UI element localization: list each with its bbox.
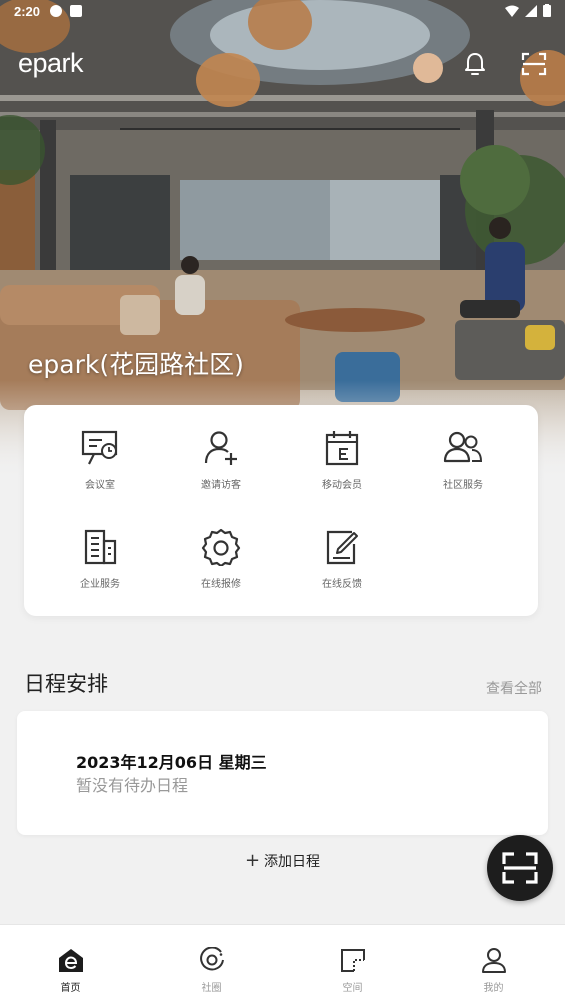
nav-label: 社圈 bbox=[201, 983, 222, 994]
space-icon bbox=[340, 949, 365, 972]
view-all-link[interactable]: 查看全部 bbox=[486, 678, 542, 698]
quick-item-invite-visitor[interactable]: 邀请访客 bbox=[161, 429, 281, 491]
nav-space[interactable]: 空间 bbox=[282, 925, 423, 1004]
circle-icon bbox=[199, 947, 224, 971]
quick-item-label: 邀请访客 bbox=[201, 480, 241, 491]
quick-item-label: 在线反馈 bbox=[322, 579, 362, 590]
quick-item-label: 社区服务 bbox=[443, 480, 483, 491]
quick-item-feedback[interactable]: 在线反馈 bbox=[282, 528, 402, 590]
quick-item-mobile-member[interactable]: 移动会员 bbox=[282, 429, 402, 491]
quick-item-label: 企业服务 bbox=[80, 579, 120, 590]
schedule-title: 日程安排 bbox=[24, 672, 108, 696]
bottom-nav: 首页 社圈 空间 我的 bbox=[0, 924, 565, 1004]
quick-actions-card: 会议室 邀请访客 移动会员 社区服务 企业服务 在线报修 在线反馈 bbox=[24, 405, 538, 616]
quick-item-repair[interactable]: 在线报修 bbox=[161, 528, 281, 590]
app-screen: 2:20 epark epark(花园路社区) 会议室 邀请访客 移动会员 社区… bbox=[0, 0, 565, 1004]
repair-gear-icon bbox=[201, 528, 241, 566]
feedback-edit-icon bbox=[326, 530, 358, 565]
nav-label: 空间 bbox=[342, 983, 363, 994]
app-notification-icon bbox=[70, 5, 82, 17]
nav-profile[interactable]: 我的 bbox=[423, 925, 564, 1004]
quick-item-meeting-room[interactable]: 会议室 bbox=[40, 429, 160, 491]
scan-fab-button[interactable] bbox=[487, 835, 553, 901]
plus-icon: + bbox=[244, 850, 261, 871]
quick-item-label: 移动会员 bbox=[322, 480, 362, 491]
home-icon bbox=[58, 949, 83, 972]
scan-icon bbox=[502, 852, 538, 884]
quick-item-label: 会议室 bbox=[85, 480, 115, 491]
profile-icon bbox=[481, 948, 506, 973]
community-name: epark(花园路社区) bbox=[28, 350, 244, 379]
meeting-room-icon bbox=[81, 430, 118, 465]
nav-label: 我的 bbox=[483, 983, 504, 994]
add-schedule-label: 添加日程 bbox=[264, 854, 321, 870]
status-bar: 2:20 bbox=[0, 0, 565, 24]
nav-home[interactable]: 首页 bbox=[0, 925, 141, 1004]
invite-visitor-icon bbox=[204, 431, 237, 465]
add-schedule-button[interactable]: + 添加日程 bbox=[0, 850, 565, 871]
scan-icon[interactable] bbox=[520, 50, 548, 78]
nav-label: 首页 bbox=[60, 983, 81, 994]
status-right bbox=[505, 4, 551, 17]
signal-icon bbox=[525, 4, 537, 17]
schedule-empty-text: 暂没有待办日程 bbox=[76, 776, 189, 795]
brand-logo: epark bbox=[18, 48, 84, 78]
mobile-member-icon bbox=[325, 431, 359, 466]
quick-item-label: 在线报修 bbox=[201, 579, 241, 590]
bell-icon[interactable] bbox=[461, 50, 489, 78]
community-service-icon bbox=[443, 431, 483, 463]
alert-icon bbox=[50, 5, 62, 17]
battery-icon bbox=[543, 4, 551, 17]
status-time: 2:20 bbox=[14, 4, 41, 19]
quick-item-enterprise-service[interactable]: 企业服务 bbox=[40, 528, 160, 590]
wifi-icon bbox=[505, 5, 519, 17]
nav-circle[interactable]: 社圈 bbox=[141, 925, 282, 1004]
schedule-date: 2023年12月06日 星期三 bbox=[76, 753, 267, 772]
quick-item-community-service[interactable]: 社区服务 bbox=[403, 429, 523, 491]
status-notifications bbox=[50, 5, 82, 17]
enterprise-service-icon bbox=[84, 529, 117, 565]
schedule-card[interactable]: 2023年12月06日 星期三 暂没有待办日程 bbox=[17, 711, 548, 835]
